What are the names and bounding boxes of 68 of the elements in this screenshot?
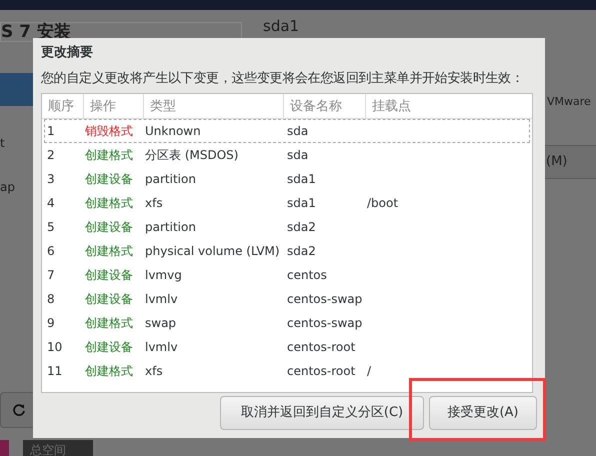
dialog-title: 更改摘要	[41, 44, 94, 62]
accept-button[interactable]: 接受更改(A)	[429, 396, 537, 430]
table-cell-text: 创建设备	[85, 291, 134, 308]
table-cell-text: 创建格式	[85, 195, 134, 212]
sidebar-item[interactable]: t	[0, 134, 5, 152]
table-cell-text: 3	[46, 171, 56, 188]
table-cell-text: 7	[46, 267, 56, 284]
table-row[interactable]: 9 创建格式 swap centos-swap	[44, 311, 530, 335]
table-cell-text: Unknown	[145, 123, 202, 140]
table-cell-text: xfs	[145, 363, 164, 380]
table-cell-text: 销毁格式	[85, 123, 134, 140]
table-row[interactable]: 4 创建格式 xfs sda1 /boot	[44, 191, 530, 215]
table-cell-text: centos-swap	[287, 315, 364, 332]
table-cell-text: swap	[145, 315, 178, 332]
table-cell-text: sda2	[287, 243, 317, 260]
table-row[interactable]: 10 创建设备 lvmlv centos-root	[44, 335, 530, 359]
table-cell-text: sda	[287, 123, 310, 140]
table-cell-text: sda	[287, 147, 310, 164]
table-cell-text: 6	[46, 243, 56, 260]
dialog-description: 您的自定义更改将产生以下变更，这些变更将会在您返回到主菜单并开始安装时生效：	[41, 70, 525, 88]
table-cell-text: 创建设备	[85, 219, 134, 236]
table-cell-text: 创建设备	[85, 267, 134, 284]
table-cell-text: lvmvg	[145, 267, 183, 284]
table-cell-text: partition	[145, 219, 197, 236]
table-cell-text: centos-swap	[287, 291, 364, 308]
sidebar-item[interactable]: ap	[0, 178, 15, 196]
table-cell-text: 创建格式	[85, 147, 134, 164]
table-cell-text: partition	[145, 171, 197, 188]
table-cell-text: 创建设备	[85, 171, 134, 188]
table-cell-text: 10	[46, 339, 64, 356]
table-row[interactable]: 7 创建设备 lvmvg centos	[44, 263, 530, 287]
table-cell-text: 创建格式	[85, 315, 134, 332]
table-cell-text: 4	[46, 195, 56, 212]
table-cell-text: centos-root	[287, 339, 356, 356]
table-cell-text: lvmlv	[145, 339, 179, 356]
table-cell-text: /boot	[367, 195, 398, 212]
table-cell-text: 5	[46, 219, 56, 236]
table-row[interactable]: 2 创建格式 分区表 (MSDOS) sda	[44, 143, 530, 167]
table-cell-text: centos-root	[287, 363, 356, 380]
vendor-label: VMware	[547, 94, 591, 110]
table-row[interactable]: 5 创建设备 partition sda2	[44, 215, 530, 239]
table-cell-text: sda1	[287, 195, 317, 212]
table-cell-text: 1	[46, 123, 56, 140]
table-row[interactable]: 11 创建格式 xfs centos-root /	[44, 359, 530, 383]
table-cell-text: 9	[46, 315, 56, 332]
table-cell-text: lvmlv	[145, 291, 179, 308]
table-cell-text: 分区表 (MSDOS)	[145, 147, 240, 164]
table-cell-text: centos	[287, 267, 328, 284]
table-cell-text: 创建设备	[85, 339, 134, 356]
table-row[interactable]: 1 销毁格式 Unknown sda	[44, 119, 530, 143]
cancel-button[interactable]: 取消并返回到自定义分区(C)	[220, 396, 424, 430]
table-cell-text: sda2	[287, 219, 317, 236]
table-cell-text: 8	[46, 291, 56, 308]
table-cell-text: xfs	[145, 195, 164, 212]
table-row[interactable]: 8 创建设备 lvmlv centos-swap	[44, 287, 530, 311]
table-cell-text: /	[367, 363, 372, 380]
table-cell-text: 2	[46, 147, 56, 164]
device-title: sda1	[263, 16, 300, 36]
table-row[interactable]: 6 创建格式 physical volume (LVM) sda2	[44, 239, 530, 263]
table-row[interactable]: 3 创建设备 partition sda1	[44, 167, 530, 191]
table-cell-text: physical volume (LVM)	[145, 243, 281, 260]
table-cell-text: 创建格式	[85, 243, 134, 260]
refresh-icon	[12, 403, 26, 417]
color-swatch	[0, 440, 9, 456]
table-cell-text: 创建格式	[85, 363, 134, 380]
total-space-label: 总空间	[23, 440, 93, 456]
table-cell-text: 11	[46, 363, 64, 380]
table-cell-text: sda1	[287, 171, 317, 188]
